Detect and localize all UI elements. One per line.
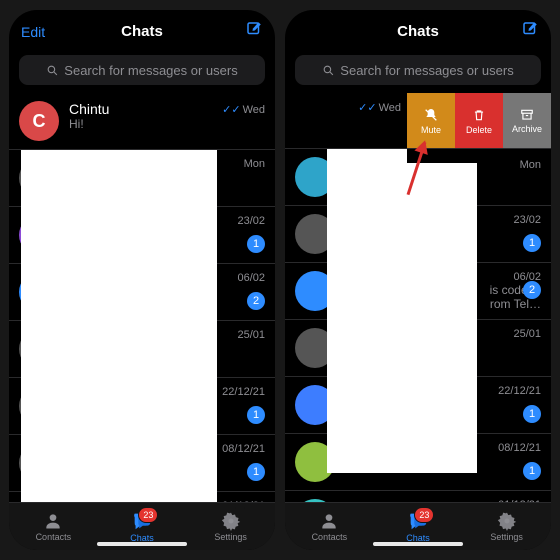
chat-row[interactable]: C Chintu ✓✓Wed Hi! [9, 93, 275, 150]
chat-date: ✓✓Wed [222, 103, 265, 116]
chats-badge: 23 [138, 507, 158, 523]
compose-button[interactable] [245, 20, 263, 43]
unread-badge: 1 [247, 463, 265, 481]
chat-date: 23/02 [237, 215, 265, 227]
phone-right: Edit Chats Search for messages or users … [285, 10, 551, 550]
chat-date: 25/01 [513, 328, 541, 340]
navbar: Edit Chats [9, 10, 275, 49]
search-placeholder: Search for messages or users [340, 63, 513, 78]
chat-date: 08/12/21 [498, 442, 541, 454]
unread-badge: 1 [523, 405, 541, 423]
chat-list[interactable]: ✓✓Wed Mute Delete Archive xMonjoined Tel… [285, 93, 551, 502]
mute-button[interactable]: Mute [407, 93, 455, 148]
home-indicator [373, 542, 463, 546]
chat-list[interactable]: C Chintu ✓✓Wed Hi! Mon 23/02 1 06/02 2 2… [9, 93, 275, 502]
unread-badge: 2 [523, 281, 541, 299]
chat-date: 22/12/21 [222, 386, 265, 398]
unread-badge: 1 [523, 462, 541, 480]
contacts-icon [319, 511, 339, 531]
chat-preview: Hi! [69, 117, 265, 131]
chat-date: 06/02 [237, 272, 265, 284]
swipe-actions: Mute Delete Archive [407, 93, 551, 148]
search-input[interactable]: Search for messages or users [295, 55, 541, 85]
search-icon [322, 64, 335, 77]
trash-icon [472, 107, 486, 123]
settings-badge [511, 507, 521, 509]
archive-button[interactable]: Archive [503, 93, 551, 148]
phone-left: Edit Chats Search for messages or users … [9, 10, 275, 550]
tab-contacts[interactable]: Contacts [285, 503, 374, 550]
chats-badge: 23 [414, 507, 434, 523]
home-indicator [97, 542, 187, 546]
chat-date: 08/12/21 [222, 443, 265, 455]
delete-button[interactable]: Delete [455, 93, 503, 148]
chat-date: 23/02 [513, 214, 541, 226]
chat-date: ✓✓Wed [358, 101, 401, 114]
redaction-overlay [327, 149, 407, 163]
navbar: Edit Chats [285, 10, 551, 49]
contacts-icon [43, 511, 63, 531]
search-input[interactable]: Search for messages or users [19, 55, 265, 85]
mute-icon [423, 107, 439, 123]
read-ticks-icon: ✓✓ [222, 104, 240, 116]
search-placeholder: Search for messages or users [64, 63, 237, 78]
chat-date: Mon [520, 159, 541, 171]
tab-settings[interactable]: Settings [462, 503, 551, 550]
archive-icon [519, 108, 535, 122]
tab-contacts[interactable]: Contacts [9, 503, 98, 550]
unread-badge: 2 [247, 292, 265, 310]
redaction-overlay [327, 163, 477, 473]
search-icon [46, 64, 59, 77]
settings-badge [235, 507, 245, 509]
unread-badge: 1 [247, 235, 265, 253]
chat-row[interactable]: 01/12/21 1 [285, 491, 551, 502]
unread-badge: 1 [523, 234, 541, 252]
settings-icon [221, 511, 241, 531]
edit-button[interactable]: Edit [21, 24, 45, 40]
avatar [295, 499, 335, 502]
settings-icon [497, 511, 517, 531]
page-title: Chats [9, 23, 275, 40]
tab-settings[interactable]: Settings [186, 503, 275, 550]
page-title: Chats [285, 23, 551, 40]
chat-date: 01/12/21 [498, 499, 541, 502]
compose-button[interactable] [521, 20, 539, 43]
chat-row-swiped[interactable]: ✓✓Wed Mute Delete Archive [285, 93, 551, 149]
chat-name: Chintu [69, 101, 109, 117]
chat-date: Mon [244, 158, 265, 170]
read-ticks-icon: ✓✓ [358, 102, 376, 114]
chat-date: 01/12/21 [222, 500, 265, 502]
chat-date: 22/12/21 [498, 385, 541, 397]
unread-badge: 1 [247, 406, 265, 424]
avatar: C [19, 101, 59, 141]
chat-date: 25/01 [237, 329, 265, 341]
redaction-overlay [21, 150, 217, 502]
